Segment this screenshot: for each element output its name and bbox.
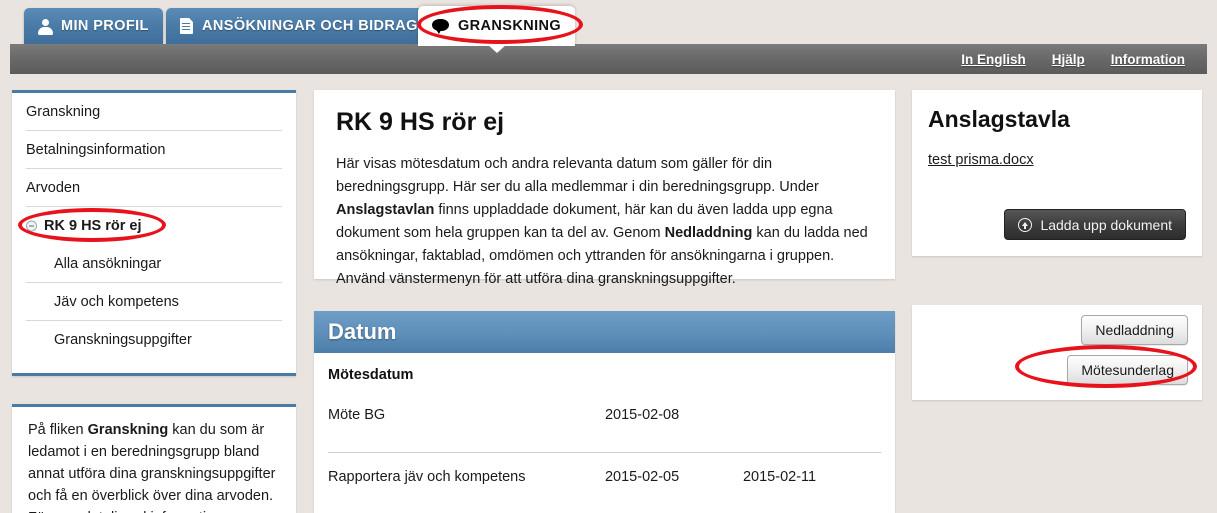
sidebar-group-rk-9-hs-ror-ej[interactable]: RK 9 HS rör ej: [26, 207, 282, 245]
page-title: RK 9 HS rör ej: [336, 108, 505, 136]
nedladdning-button[interactable]: Nedladdning: [1081, 315, 1188, 345]
page-root: MIN PROFIL ANSÖKNINGAR OCH BIDRAG GRANSK…: [0, 0, 1217, 513]
active-tab-pointer-icon: [487, 44, 507, 53]
sidebar-item-arvoden[interactable]: Arvoden: [26, 169, 282, 207]
button-label: Mötesunderlag: [1081, 362, 1174, 378]
datum-subheading: Mötesdatum: [328, 367, 414, 383]
tab-label: ANSÖKNINGAR OCH BIDRAG: [202, 18, 418, 34]
document-icon: [180, 18, 193, 34]
button-label: Nedladdning: [1095, 322, 1174, 338]
person-icon: [38, 18, 53, 35]
tab-bar: MIN PROFIL ANSÖKNINGAR OCH BIDRAG GRANSK…: [0, 0, 1217, 46]
table-row: Rapportera jäv och kompetens 2015-02-05 …: [328, 453, 881, 499]
tab-granskning[interactable]: GRANSKNING: [418, 6, 576, 46]
row-date-1: 2015-02-05: [604, 469, 680, 485]
sidebar-item-label: Arvoden: [26, 179, 81, 196]
sidebar-info-panel: På fliken Granskning kan du som är ledam…: [12, 404, 296, 513]
anslagstavla-panel: Anslagstavla test prisma.docx Ladda upp …: [912, 90, 1202, 256]
table-row: Möte BG 2015-02-08: [328, 407, 881, 453]
row-label: Möte BG: [328, 407, 386, 423]
tab-label: GRANSKNING: [458, 18, 562, 34]
sidebar-item-label: Granskning: [26, 103, 101, 120]
sidebar-item-granskning[interactable]: Granskning: [26, 93, 282, 131]
info-bold-granskning: Granskning: [87, 422, 169, 438]
row-date-2: 2015-02-11: [742, 469, 817, 485]
datum-panel-body: Mötesdatum Möte BG 2015-02-08 Rapportera…: [314, 353, 895, 499]
sidebar-item-label: Granskningsuppgifter: [54, 332, 192, 348]
tab-ansokningar-och-bidrag[interactable]: ANSÖKNINGAR OCH BIDRAG: [166, 8, 432, 44]
top-nav-bar: In English Hjälp Information: [10, 44, 1207, 74]
sidebar-item-label: Alla ansökningar: [54, 255, 162, 272]
main-content-panel: RK 9 HS rör ej Här visas mötesdatum och …: [314, 90, 895, 287]
nav-link-hjalp[interactable]: Hjälp: [1052, 52, 1085, 67]
sidebar-menu: Granskning Betalningsinformation Arvoden…: [12, 90, 296, 376]
sidebar-item-label: RK 9 HS rör ej: [44, 218, 142, 234]
ladda-upp-dokument-button[interactable]: Ladda upp dokument: [1004, 209, 1186, 240]
datum-panel-header: Datum: [314, 311, 895, 353]
motesunderlag-button[interactable]: Mötesunderlag: [1067, 355, 1188, 385]
tab-label: MIN PROFIL: [61, 18, 149, 34]
desc-part-1: Här visas mötesdatum och andra relevanta…: [336, 156, 819, 195]
speech-bubble-icon: [432, 18, 449, 34]
sidebar-item-label: Jäv och kompetens: [54, 293, 179, 310]
anslagstavla-title: Anslagstavla: [928, 106, 1070, 132]
datum-header-title: Datum: [328, 319, 397, 344]
upload-icon: [1018, 217, 1033, 232]
collapse-minus-icon[interactable]: [26, 220, 37, 232]
download-panel: Nedladdning Mötesunderlag: [912, 305, 1202, 400]
sidebar-item-alla-ansokningar[interactable]: Alla ansökningar: [26, 245, 282, 283]
main-description: Här visas mötesdatum och andra relevanta…: [336, 153, 873, 291]
desc-bold-nedladdning: Nedladdning: [664, 225, 753, 241]
sidebar-item-granskningsuppgifter[interactable]: Granskningsuppgifter: [26, 321, 282, 359]
row-label: Rapportera jäv och kompetens: [328, 469, 526, 485]
desc-bold-anslagstavlan: Anslagstavlan: [336, 202, 435, 218]
sidebar-item-jav-och-kompetens[interactable]: Jäv och kompetens: [26, 283, 282, 321]
datum-panel: Datum Mötesdatum Möte BG 2015-02-08 Rapp…: [314, 311, 895, 513]
sidebar-item-betalningsinformation[interactable]: Betalningsinformation: [26, 131, 282, 169]
row-date-1: 2015-02-08: [604, 407, 680, 423]
nav-link-information[interactable]: Information: [1111, 52, 1185, 67]
info-text-1: På fliken: [28, 422, 88, 438]
sidebar-item-label: Betalningsinformation: [26, 141, 166, 158]
button-label: Ladda upp dokument: [1040, 216, 1172, 233]
tab-min-profil[interactable]: MIN PROFIL: [24, 8, 163, 44]
document-link-test-prisma[interactable]: test prisma.docx: [928, 152, 1034, 168]
sidebar-info-text: På fliken Granskning kan du som är ledam…: [28, 419, 280, 513]
nav-link-in-english[interactable]: In English: [961, 52, 1026, 67]
